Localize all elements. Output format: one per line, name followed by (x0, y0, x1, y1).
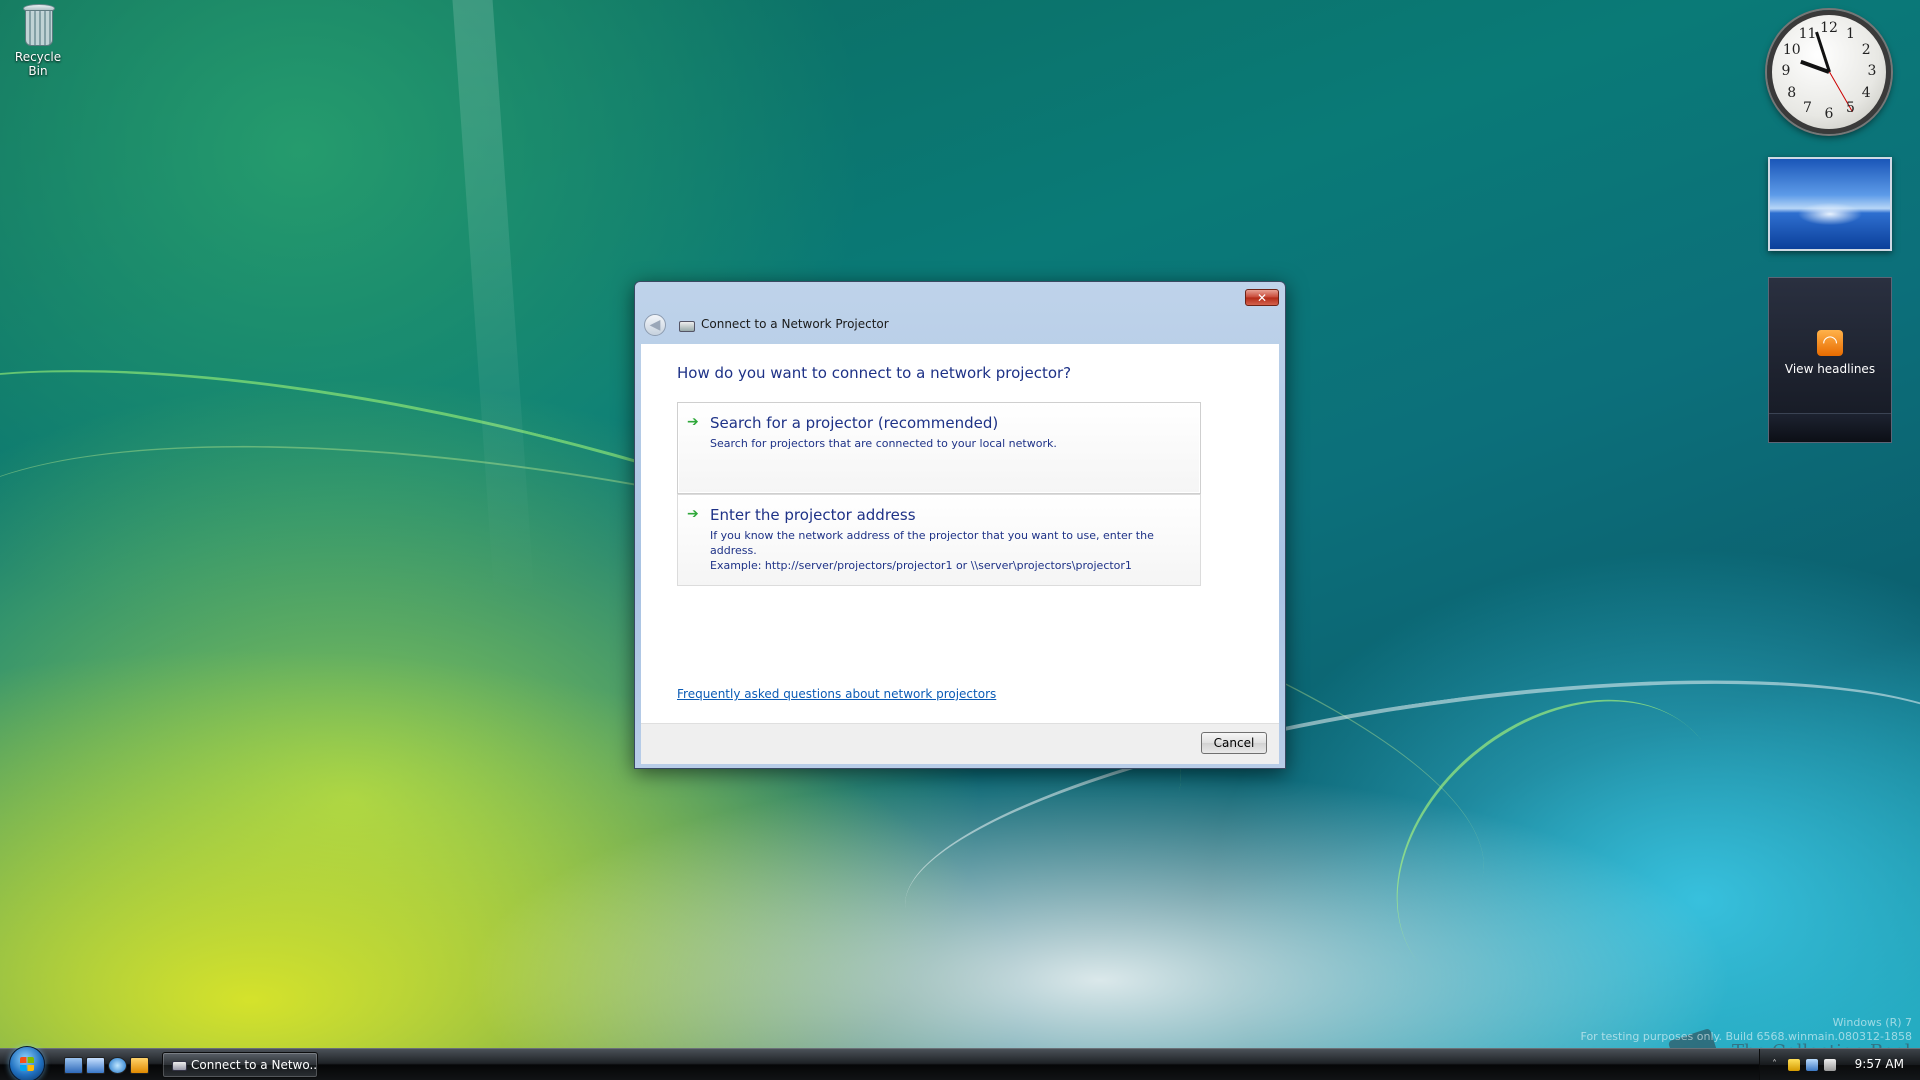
taskbar-button-label: Connect to a Netwo... (191, 1058, 318, 1072)
option-description: Search for projectors that are connected… (710, 437, 1057, 450)
projector-icon (679, 321, 695, 332)
option-title: Enter the projector address (710, 506, 916, 524)
network-icon[interactable] (1806, 1059, 1818, 1071)
start-button[interactable] (9, 1046, 45, 1080)
feed-gadget-footer (1769, 413, 1891, 442)
clock-numeral: 4 (1861, 84, 1871, 101)
cancel-button[interactable]: Cancel (1201, 732, 1267, 754)
volume-icon[interactable] (1824, 1059, 1836, 1071)
option-search-projector[interactable]: ➔ Search for a projector (recommended) S… (677, 402, 1201, 494)
wallpaper-streak (1337, 637, 1783, 1066)
option-title: Search for a projector (recommended) (710, 414, 999, 432)
tray-expand-icon[interactable]: ˄ (1772, 1059, 1784, 1071)
switch-windows-icon[interactable] (86, 1057, 105, 1074)
clock-numeral: 8 (1787, 84, 1797, 101)
feed-headlines-gadget[interactable]: ◠ View headlines (1768, 277, 1892, 443)
clock-numeral: 5 (1846, 100, 1855, 117)
taskbar: Connect to a Netwo... ˄ 9:57 AM (0, 1046, 1920, 1080)
option-description-text: If you know the network address of the p… (710, 529, 1154, 557)
clock-numeral: 9 (1781, 63, 1791, 79)
option-enter-address[interactable]: ➔ Enter the projector address If you kno… (677, 494, 1201, 586)
security-shield-icon[interactable] (1788, 1059, 1800, 1071)
dialog-footer: Cancel (641, 723, 1279, 764)
watermark-line-1: Windows (R) 7 (1832, 1016, 1912, 1029)
rss-icon: ◠ (1817, 330, 1843, 356)
clock-numeral: 11 (1798, 25, 1817, 42)
clock-numeral: 10 (1782, 41, 1801, 58)
faq-link[interactable]: Frequently asked questions about network… (677, 687, 996, 701)
recycle-bin-icon (21, 4, 55, 46)
taskbar-button-network-projector[interactable]: Connect to a Netwo... (162, 1052, 318, 1078)
clock-numeral: 6 (1824, 106, 1834, 122)
desktop: Recycle Bin 12 1 2 3 4 5 6 7 8 9 10 11 ◠ View headl… (0, 0, 1920, 1080)
feed-label: View headlines (1784, 362, 1876, 376)
dialog-heading: How do you want to connect to a network … (677, 364, 1072, 382)
clock-numeral: 1 (1846, 25, 1855, 42)
recycle-bin-label: Recycle Bin (14, 50, 62, 78)
back-button[interactable]: ◀ (644, 314, 666, 336)
clock-numeral: 12 (1820, 20, 1838, 36)
option-example-text: Example: http://server/projectors/projec… (710, 559, 1132, 572)
slideshow-gadget[interactable] (1768, 157, 1892, 251)
media-player-icon[interactable] (130, 1057, 149, 1074)
green-arrow-icon: ➔ (687, 506, 699, 522)
clock-numeral: 7 (1803, 100, 1812, 117)
network-projector-dialog: ✕ ◀ Connect to a Network Projector How d… (634, 281, 1286, 769)
dialog-title: Connect to a Network Projector (701, 317, 889, 331)
show-desktop-icon[interactable] (64, 1057, 83, 1074)
windows-logo-icon (20, 1057, 34, 1071)
projector-icon (172, 1061, 187, 1071)
green-arrow-icon: ➔ (687, 414, 699, 430)
system-tray: ˄ 9:57 AM (1759, 1049, 1920, 1080)
wallpaper-streak (445, 0, 535, 601)
internet-explorer-icon[interactable] (108, 1057, 127, 1074)
build-watermark: Windows (R) 7 For testing purposes only.… (1581, 1016, 1912, 1044)
option-description: If you know the network address of the p… (710, 528, 1190, 573)
tray-clock[interactable]: 9:57 AM (1855, 1057, 1904, 1071)
clock-gadget[interactable]: 12 1 2 3 4 5 6 7 8 9 10 11 (1767, 10, 1891, 134)
dialog-content: How do you want to connect to a network … (641, 344, 1279, 723)
clock-numeral: 3 (1867, 63, 1877, 79)
clock-numeral: 2 (1861, 41, 1871, 58)
close-button[interactable]: ✕ (1245, 289, 1279, 306)
recycle-bin[interactable]: Recycle Bin (4, 4, 72, 78)
